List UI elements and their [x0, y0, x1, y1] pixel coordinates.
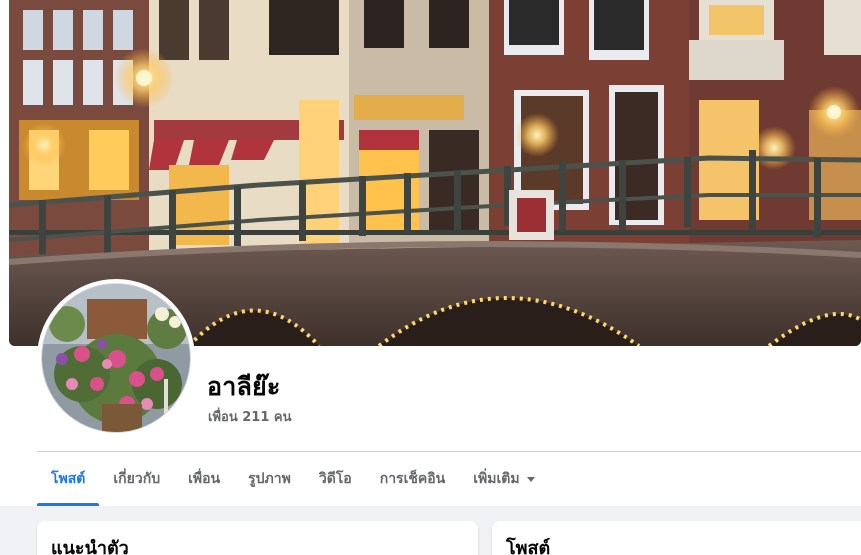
tab-about[interactable]: เกี่ยวกับ — [99, 452, 174, 506]
tab-posts[interactable]: โพสต์ — [37, 452, 100, 506]
friends-count-link[interactable]: เพื่อน 211 คน — [208, 406, 291, 427]
tab-check-ins[interactable]: การเช็คอิน — [366, 452, 460, 506]
tab-label: เพื่อน — [188, 471, 221, 487]
tab-friends[interactable]: เพื่อน — [174, 452, 234, 506]
tab-videos[interactable]: วิดีโอ — [305, 452, 366, 506]
avatar-image — [41, 283, 191, 433]
posts-card: โพสต์ — [492, 521, 861, 555]
tab-label: เพิ่มเติม — [473, 471, 520, 487]
profile-avatar[interactable] — [37, 279, 195, 437]
intro-card-title: แนะนำตัว — [51, 538, 129, 555]
tab-label: เกี่ยวกับ — [113, 471, 161, 487]
profile-name: อาลีย๊ะ — [207, 372, 281, 401]
tab-label: โพสต์ — [51, 471, 86, 487]
tab-label: วิดีโอ — [318, 471, 352, 487]
tab-more[interactable]: เพิ่มเติม — [459, 452, 548, 506]
profile-tabs: โพสต์ เกี่ยวกับ เพื่อน รูปภาพ วิดีโอ การ… — [37, 452, 549, 506]
posts-card-title: โพสต์ — [506, 538, 551, 555]
tab-photos[interactable]: รูปภาพ — [234, 452, 305, 506]
tab-label: รูปภาพ — [248, 471, 291, 487]
intro-card: แนะนำตัว — [37, 521, 478, 555]
caret-down-icon — [526, 476, 535, 482]
tab-label: การเช็คอิน — [379, 471, 446, 487]
